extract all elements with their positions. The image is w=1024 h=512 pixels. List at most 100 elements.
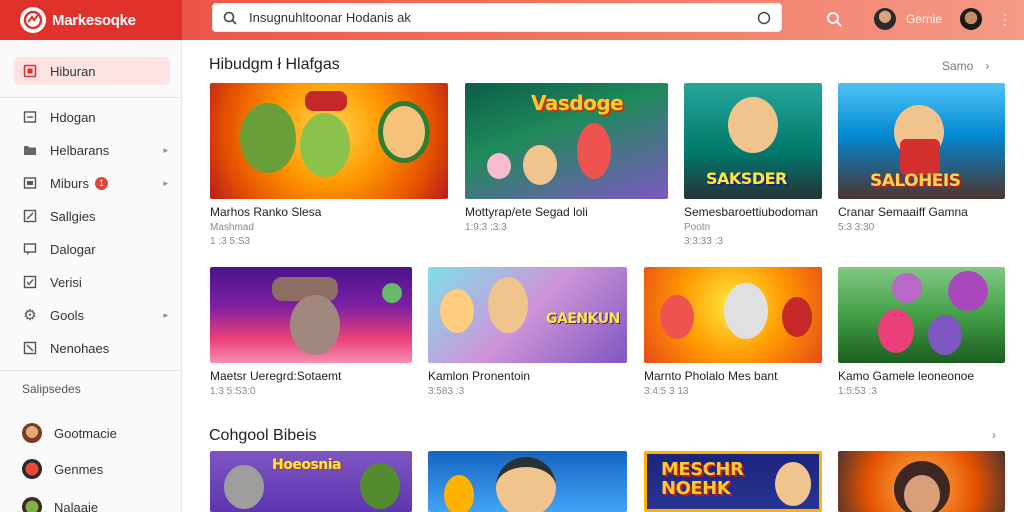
game-card[interactable]: MESCHR NOEHK <box>644 451 822 512</box>
game-logo-text: Hoeosnia <box>272 457 342 473</box>
section-title: Hibudgm ł Hlafgas <box>209 56 340 73</box>
gear-icon: ⚙ <box>23 307 37 324</box>
subscription-item[interactable]: Gootmacie <box>14 419 170 447</box>
game-card[interactable]: SALOHEIS Cranar Semaaiff Gamna 5:3 3:30 <box>838 83 1005 233</box>
game-thumbnail[interactable]: Vasdoge <box>465 83 668 199</box>
game-card[interactable] <box>838 451 1005 512</box>
game-thumbnail[interactable] <box>838 267 1005 363</box>
game-logo-text: MESCHR NOEHK <box>661 459 744 499</box>
sidebar-item-label: Sallgies <box>50 208 96 224</box>
game-thumbnail[interactable]: GAENKUN <box>428 267 627 363</box>
close-box-icon <box>22 340 38 356</box>
game-card[interactable]: Marnto Pholalo Mes bant 3:4:5 3 13 <box>644 267 822 397</box>
game-card[interactable]: Maetsr Ueregrd:Sotaemt 1:3 5:S3:0 <box>210 267 412 397</box>
sidebar-item-helbarans[interactable]: Helbarans ▸ <box>14 136 170 164</box>
game-thumbnail[interactable] <box>210 267 412 363</box>
game-logo-text: SAKSDER <box>706 169 787 188</box>
sidebar-item-label: Dalogar <box>50 241 96 257</box>
card-title[interactable]: Cranar Semaaiff Gamna <box>838 205 1005 219</box>
sidebar-item-label: Gools <box>50 307 84 323</box>
game-thumbnail[interactable] <box>210 83 448 199</box>
chevron-right-icon: › <box>985 59 990 73</box>
card-meta: 3:4:5 3 13 <box>644 386 689 397</box>
subscription-label: Nalaaie <box>54 499 99 512</box>
sidebar-item-label: Nenohaes <box>50 340 110 356</box>
card-subtitle: Pootn <box>684 222 711 233</box>
game-card[interactable]: Marhos Ranko Slesa Mashmad 1 :3 5:S3 <box>210 83 448 247</box>
card-title[interactable]: Kamo Gamele leoneonoe <box>838 369 1005 383</box>
card-meta: 3:583 :3 <box>428 386 465 397</box>
card-title[interactable]: Mottyrap/ete Segad loli <box>465 205 668 219</box>
card-title[interactable]: Maetsr Ueregrd:Sotaemt <box>210 369 412 383</box>
game-card[interactable]: Hoeosnia <box>210 451 412 512</box>
sidebar-item-sallgies[interactable]: Sallgies <box>14 202 170 230</box>
see-all-link[interactable]: › <box>992 428 996 442</box>
card-meta: 1:5:53 :3 <box>838 386 877 397</box>
sidebar-item-nenohaes[interactable]: Nenohaes <box>14 334 170 362</box>
game-thumbnail[interactable] <box>644 267 822 363</box>
folder-icon <box>22 142 38 158</box>
see-all-link[interactable]: Samo › <box>942 59 989 73</box>
game-thumbnail[interactable]: Hoeosnia <box>210 451 412 512</box>
search-icon[interactable] <box>826 11 842 27</box>
voice-search-icon[interactable] <box>757 11 771 25</box>
sidebar-item-miburs[interactable]: Miburs 1 ▸ <box>14 169 170 197</box>
notification-badge: 1 <box>95 176 109 190</box>
subscription-label: Gootmacie <box>54 425 117 441</box>
subscription-item[interactable]: Genmes <box>14 455 170 483</box>
chevron-right-icon: ▸ <box>163 309 168 320</box>
more-options-icon[interactable]: ⋮ <box>998 11 1012 28</box>
user-avatar[interactable] <box>873 8 896 30</box>
card-title[interactable]: Kamlon Pronentoin <box>428 369 627 383</box>
sidebar-divider <box>0 97 182 98</box>
sidebar-item-dalogar[interactable]: Dalogar <box>14 235 170 263</box>
sidebar-item-gools[interactable]: ⚙ Gools ▸ <box>14 301 170 329</box>
search-bar[interactable]: Insugnuhltoonar Hodanis ak <box>212 3 782 32</box>
chevron-right-icon: ▸ <box>163 177 168 188</box>
game-card[interactable]: Vasdoge Mottyrap/ete Segad loli 1:9:3 :3… <box>465 83 668 233</box>
sidebar-item-label: Miburs <box>50 175 90 191</box>
card-title[interactable]: Marhos Ranko Slesa <box>210 205 448 219</box>
check-icon <box>22 274 38 290</box>
app-logo[interactable]: Markesoqke <box>0 0 182 40</box>
subscriptions-heading: Salipsedes <box>22 382 81 396</box>
section-title: Cohgool Bibeis <box>209 427 317 444</box>
game-card[interactable] <box>428 451 627 512</box>
game-logo-text: Vasdoge <box>531 91 624 115</box>
app-name: Markesoqke <box>52 11 136 29</box>
game-card[interactable]: Kamo Gamele leoneonoe 1:5:53 :3 <box>838 267 1005 397</box>
top-bar: Markesoqke Insugnuhltoonar Hodanis ak Ge… <box>0 0 1024 40</box>
game-card[interactable]: GAENKUN Kamlon Pronentoin 3:583 :3 <box>428 267 627 397</box>
subscription-item[interactable]: Nalaaie <box>14 493 170 512</box>
chevron-right-icon: ▸ <box>163 144 168 155</box>
card-title[interactable]: Marnto Pholalo Mes bant <box>644 369 822 383</box>
game-card[interactable]: SAKSDER Semesbaroettiubodoman Pootn 3:3:… <box>684 83 822 247</box>
search-input[interactable]: Insugnuhltoonar Hodanis ak <box>249 10 745 25</box>
edit-icon <box>22 208 38 224</box>
card-meta: 1 :3 5:S3 <box>210 236 251 247</box>
sidebar-item-label: Helbarans <box>50 142 110 158</box>
game-thumbnail[interactable]: MESCHR NOEHK <box>644 451 822 512</box>
card-title[interactable]: Semesbaroettiubodoman <box>684 205 822 219</box>
game-thumbnail[interactable]: SAKSDER <box>684 83 822 199</box>
sidebar-divider <box>0 370 182 371</box>
grid-icon <box>22 175 38 191</box>
game-thumbnail[interactable] <box>428 451 627 512</box>
card-subtitle: Mashmad <box>210 222 254 233</box>
account-avatar[interactable] <box>960 8 982 30</box>
game-logo-text: SALOHEIS <box>870 171 961 191</box>
home-icon <box>22 63 38 79</box>
list-icon <box>22 109 38 125</box>
game-thumbnail[interactable]: SALOHEIS <box>838 83 1005 199</box>
channel-avatar <box>22 497 42 512</box>
sidebar-item-hiburan[interactable]: Hiburan <box>14 57 170 85</box>
game-thumbnail[interactable] <box>838 451 1005 512</box>
sidebar-item-label: Verisi <box>50 274 82 290</box>
sidebar-item-label: Hiburan <box>50 63 96 79</box>
card-meta: 1:3 5:S3:0 <box>210 386 256 397</box>
sidebar-item-hdogan[interactable]: Hdogan <box>14 103 170 131</box>
channel-avatar <box>22 459 42 479</box>
sidebar-item-verisi[interactable]: Verisi <box>14 268 170 296</box>
user-name[interactable]: Gernie <box>906 12 942 26</box>
sidebar-item-label: Hdogan <box>50 109 96 125</box>
